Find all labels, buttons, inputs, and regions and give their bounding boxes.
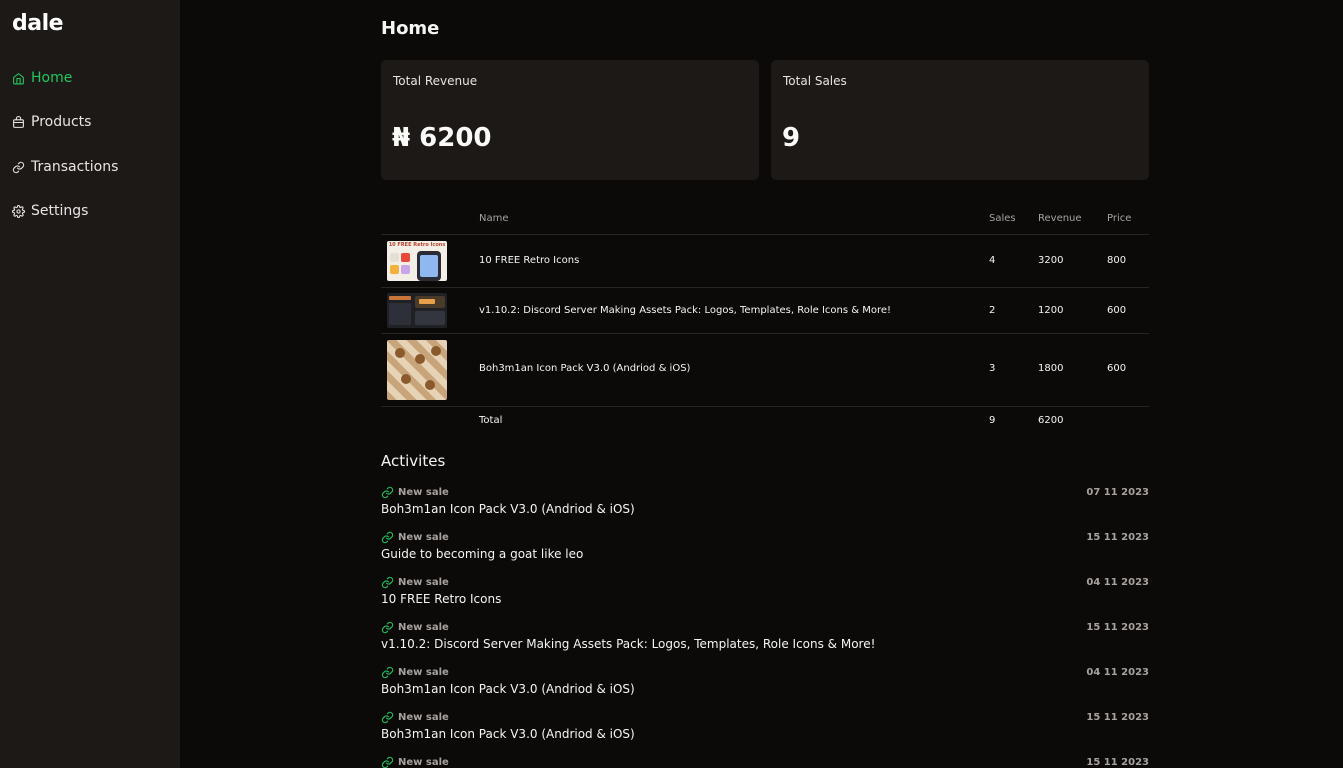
link-icon (381, 576, 394, 589)
activity-date: 07 11 2023 (1086, 487, 1149, 498)
link-icon (381, 756, 394, 768)
activity-item[interactable]: New sale 15 11 2023 (381, 756, 1149, 768)
sidebar-item-transactions[interactable]: Transactions (12, 155, 118, 179)
gear-icon (12, 204, 25, 218)
bag-icon (13, 115, 24, 128)
total-sales-card: Total Sales 9 (771, 60, 1149, 180)
table-row[interactable]: 10 FREE Retro Icons 10 FREE Retro Icons … (381, 235, 1149, 288)
sidebar-item-label: Transactions (31, 159, 119, 175)
activity-product-name: Boh3m1an Icon Pack V3.0 (Andriod & iOS) (381, 682, 635, 696)
product-thumbnail: 10 FREE Retro Icons (387, 241, 447, 281)
product-price: 600 (1107, 363, 1127, 374)
activity-type: New sale (381, 666, 449, 679)
activity-item[interactable]: New sale 04 11 2023 Boh3m1an Icon Pack V… (381, 666, 1149, 708)
table-header: Name Sales Revenue Price (381, 205, 1149, 235)
product-price: 600 (1107, 305, 1127, 316)
sidebar-item-settings[interactable]: Settings (12, 199, 88, 223)
activity-type: New sale (381, 576, 449, 589)
activity-date: 15 11 2023 (1086, 712, 1149, 723)
activity-type: New sale (381, 756, 449, 768)
table-row[interactable]: Boh3m1an Icon Pack V3.0 (Andriod & iOS) … (381, 334, 1149, 407)
product-price: 800 (1107, 255, 1127, 266)
link-icon (381, 711, 394, 724)
thumbnail-caption: 10 FREE Retro Icons (388, 242, 446, 248)
product-name: v1.10.2: Discord Server Making Assets Pa… (479, 305, 892, 316)
activity-product-name: v1.10.2: Discord Server Making Assets Pa… (381, 637, 876, 651)
activity-type-label: New sale (398, 487, 449, 498)
link-icon (381, 666, 394, 679)
column-header-name[interactable]: Name (479, 213, 509, 224)
sidebar-item-label: Home (31, 70, 73, 86)
activity-item[interactable]: New sale 04 11 2023 10 FREE Retro Icons (381, 576, 1149, 618)
sidebar-item-products[interactable]: Products (12, 110, 91, 134)
activity-product-name: Boh3m1an Icon Pack V3.0 (Andriod & iOS) (381, 727, 635, 741)
total-revenue-value: ₦ 6200 (392, 123, 492, 153)
link-icon (381, 621, 394, 634)
activity-product-name: 10 FREE Retro Icons (381, 592, 502, 606)
total-revenue: 6200 (1038, 415, 1064, 426)
link-icon (381, 486, 394, 499)
activities-title: Activites (381, 452, 446, 470)
activity-date: 15 11 2023 (1086, 532, 1149, 543)
activity-date: 04 11 2023 (1086, 577, 1149, 588)
activity-type-label: New sale (398, 757, 449, 768)
column-header-sales[interactable]: Sales (989, 213, 1016, 224)
activity-type-label: New sale (398, 622, 449, 633)
column-header-price[interactable]: Price (1107, 213, 1131, 224)
column-header-revenue[interactable]: Revenue (1038, 213, 1082, 224)
products-table: Name Sales Revenue Price 10 FREE Retro I… (381, 205, 1149, 435)
product-revenue: 1800 (1038, 363, 1064, 374)
activity-type-label: New sale (398, 712, 449, 723)
product-revenue: 1200 (1038, 305, 1064, 316)
sidebar-item-label: Settings (31, 203, 89, 219)
link-icon (381, 531, 394, 544)
card-label: Total Sales (783, 74, 847, 88)
activity-date: 04 11 2023 (1086, 667, 1149, 678)
table-total-row: Total 9 6200 (381, 407, 1149, 435)
activity-type-label: New sale (398, 577, 449, 588)
activity-type: New sale (381, 531, 449, 544)
total-revenue-card: Total Revenue ₦ 6200 (381, 60, 759, 180)
activity-date: 15 11 2023 (1086, 622, 1149, 633)
link-icon (12, 161, 25, 173)
total-label: Total (479, 415, 503, 426)
activity-item[interactable]: New sale 07 11 2023 Boh3m1an Icon Pack V… (381, 486, 1149, 528)
activity-type: New sale (381, 486, 449, 499)
product-thumbnail (387, 340, 447, 400)
activity-item[interactable]: New sale 15 11 2023 v1.10.2: Discord Ser… (381, 621, 1149, 663)
activity-type-label: New sale (398, 667, 449, 678)
app-logo[interactable]: dale (12, 11, 64, 36)
product-sales: 3 (989, 363, 996, 374)
total-sales-value: 9 (782, 123, 801, 153)
activity-item[interactable]: New sale 15 11 2023 Boh3m1an Icon Pack V… (381, 711, 1149, 753)
activity-product-name: Guide to becoming a goat like leo (381, 547, 584, 561)
activity-date: 15 11 2023 (1086, 757, 1149, 768)
product-name: Boh3m1an Icon Pack V3.0 (Andriod & iOS) (479, 363, 691, 374)
activity-type-label: New sale (398, 532, 449, 543)
sidebar-item-home[interactable]: Home (12, 66, 72, 90)
page-title: Home (381, 18, 440, 39)
card-label: Total Revenue (393, 74, 478, 88)
sidebar-item-label: Products (31, 114, 92, 130)
product-sales: 2 (989, 305, 996, 316)
product-sales: 4 (989, 255, 996, 266)
home-icon (13, 72, 24, 84)
activity-item[interactable]: New sale 15 11 2023 Guide to becoming a … (381, 531, 1149, 573)
total-sales: 9 (989, 415, 996, 426)
activity-type: New sale (381, 711, 449, 724)
table-row[interactable]: v1.10.2: Discord Server Making Assets Pa… (381, 288, 1149, 334)
sidebar: dale Home Products Transactions Settings (0, 0, 180, 768)
product-revenue: 3200 (1038, 255, 1064, 266)
product-name: 10 FREE Retro Icons (479, 255, 580, 266)
activity-type: New sale (381, 621, 449, 634)
activity-product-name: Boh3m1an Icon Pack V3.0 (Andriod & iOS) (381, 502, 635, 516)
product-thumbnail (387, 293, 447, 328)
